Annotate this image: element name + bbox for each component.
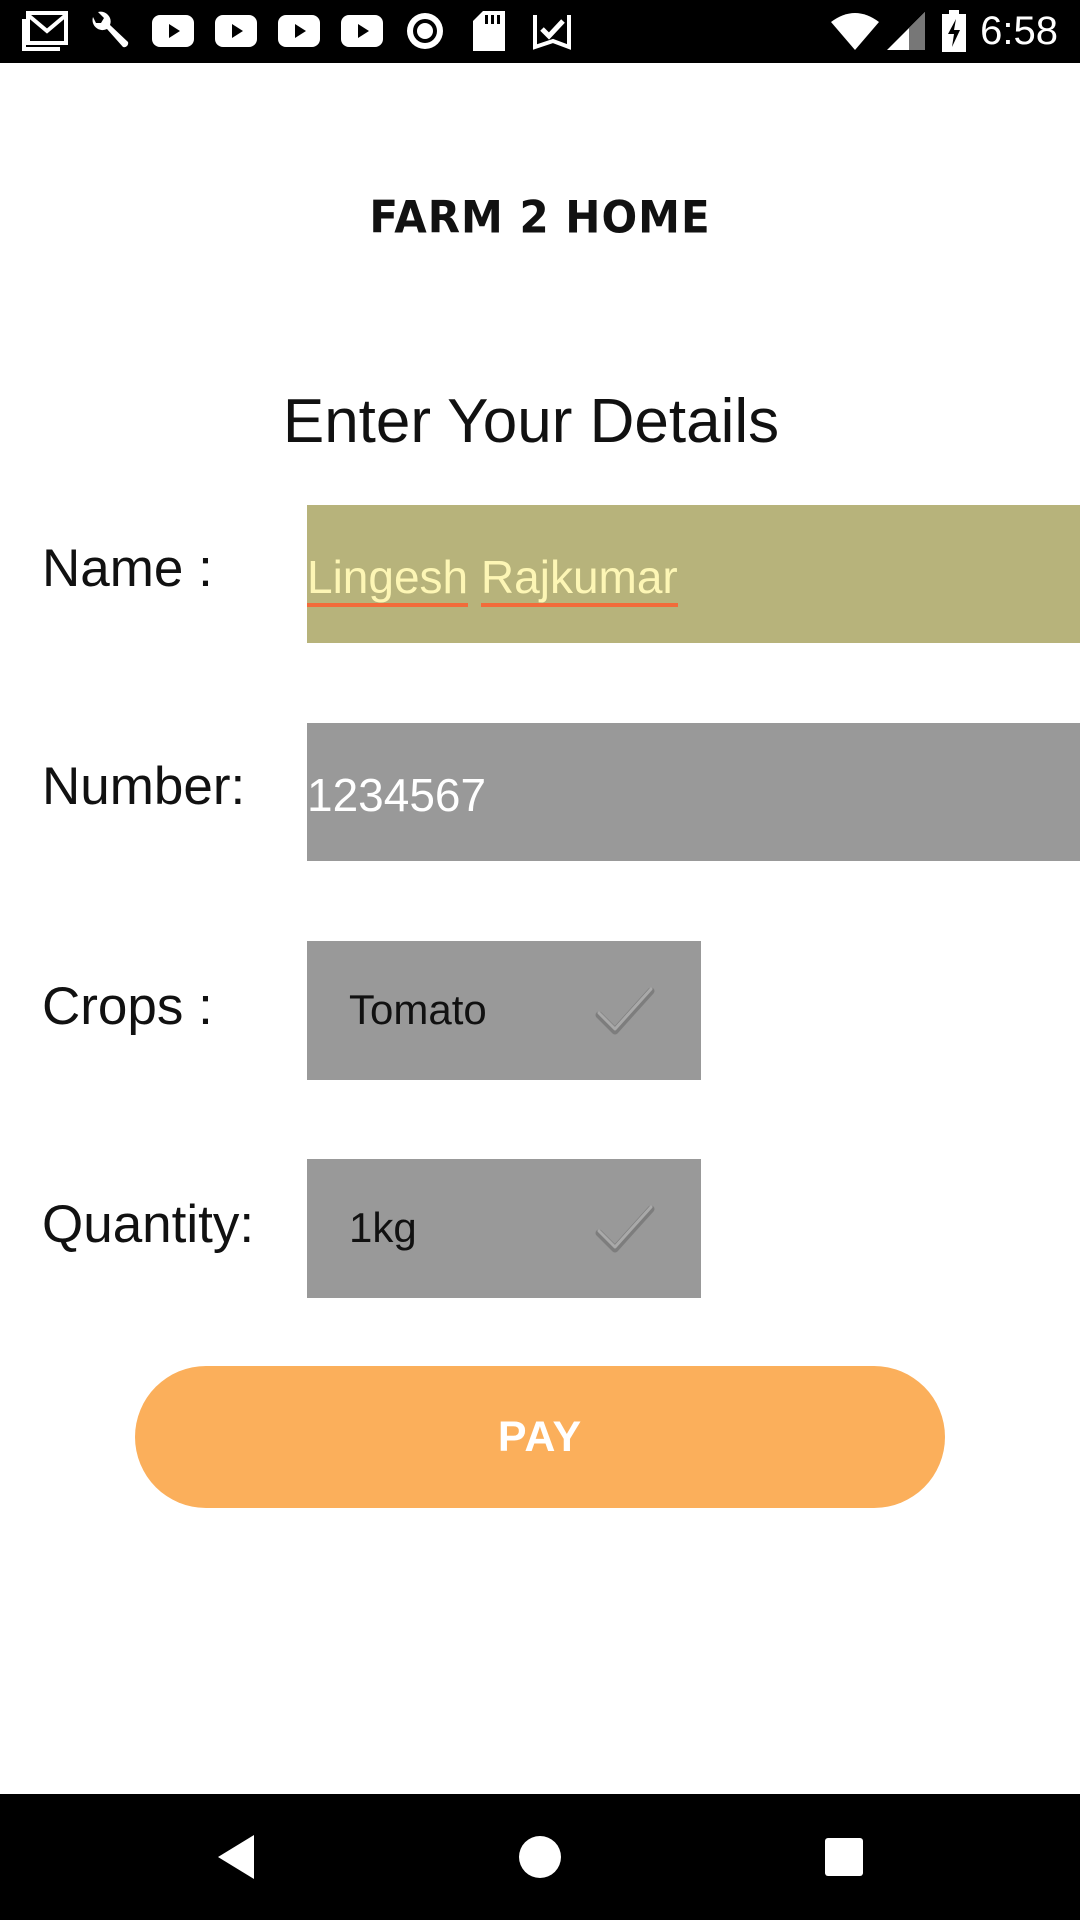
- wifi-icon: [830, 10, 880, 52]
- name-last-word: Rajkumar: [480, 551, 678, 607]
- status-bar: 6:58: [0, 0, 1080, 63]
- navigation-bar: [0, 1794, 1080, 1920]
- youtube-icon: [277, 10, 321, 52]
- app-logo: FARM 2 HOME: [369, 191, 711, 244]
- home-icon[interactable]: [512, 1829, 568, 1885]
- youtube-icon: [151, 10, 195, 52]
- name-first-word: Lingesh: [307, 551, 469, 607]
- wrench-icon: [86, 10, 132, 52]
- record-icon: [403, 10, 447, 52]
- cell-signal-icon: [886, 10, 926, 52]
- crops-dropdown[interactable]: Tomato: [307, 941, 701, 1080]
- back-icon[interactable]: [208, 1829, 264, 1885]
- check-square-icon: [532, 10, 572, 52]
- check-icon: [595, 1205, 655, 1253]
- name-input[interactable]: Lingesh Rajkumar: [307, 505, 1080, 643]
- youtube-icon: [340, 10, 384, 52]
- clock: 6:58: [980, 9, 1058, 53]
- recents-icon[interactable]: [816, 1829, 872, 1885]
- youtube-icon: [214, 10, 258, 52]
- name-input-value: Lingesh Rajkumar: [307, 549, 678, 607]
- battery-charging-icon: [940, 10, 968, 52]
- number-input[interactable]: 1234567: [307, 723, 1080, 861]
- name-label: Name :: [42, 539, 213, 598]
- quantity-label: Quantity:: [42, 1195, 255, 1254]
- check-icon: [595, 987, 655, 1035]
- page-title: Enter Your Details: [282, 387, 780, 456]
- number-input-value: 1234567: [307, 769, 487, 821]
- gmail-icon: [22, 10, 68, 52]
- pay-button[interactable]: PAY: [135, 1366, 945, 1508]
- crops-selected-value: Tomato: [349, 986, 487, 1033]
- crops-label: Crops :: [42, 977, 213, 1036]
- quantity-selected-value: 1kg: [349, 1204, 417, 1251]
- quantity-dropdown[interactable]: 1kg: [307, 1159, 701, 1298]
- number-label: Number:: [42, 757, 246, 816]
- sd-card-icon: [469, 10, 509, 52]
